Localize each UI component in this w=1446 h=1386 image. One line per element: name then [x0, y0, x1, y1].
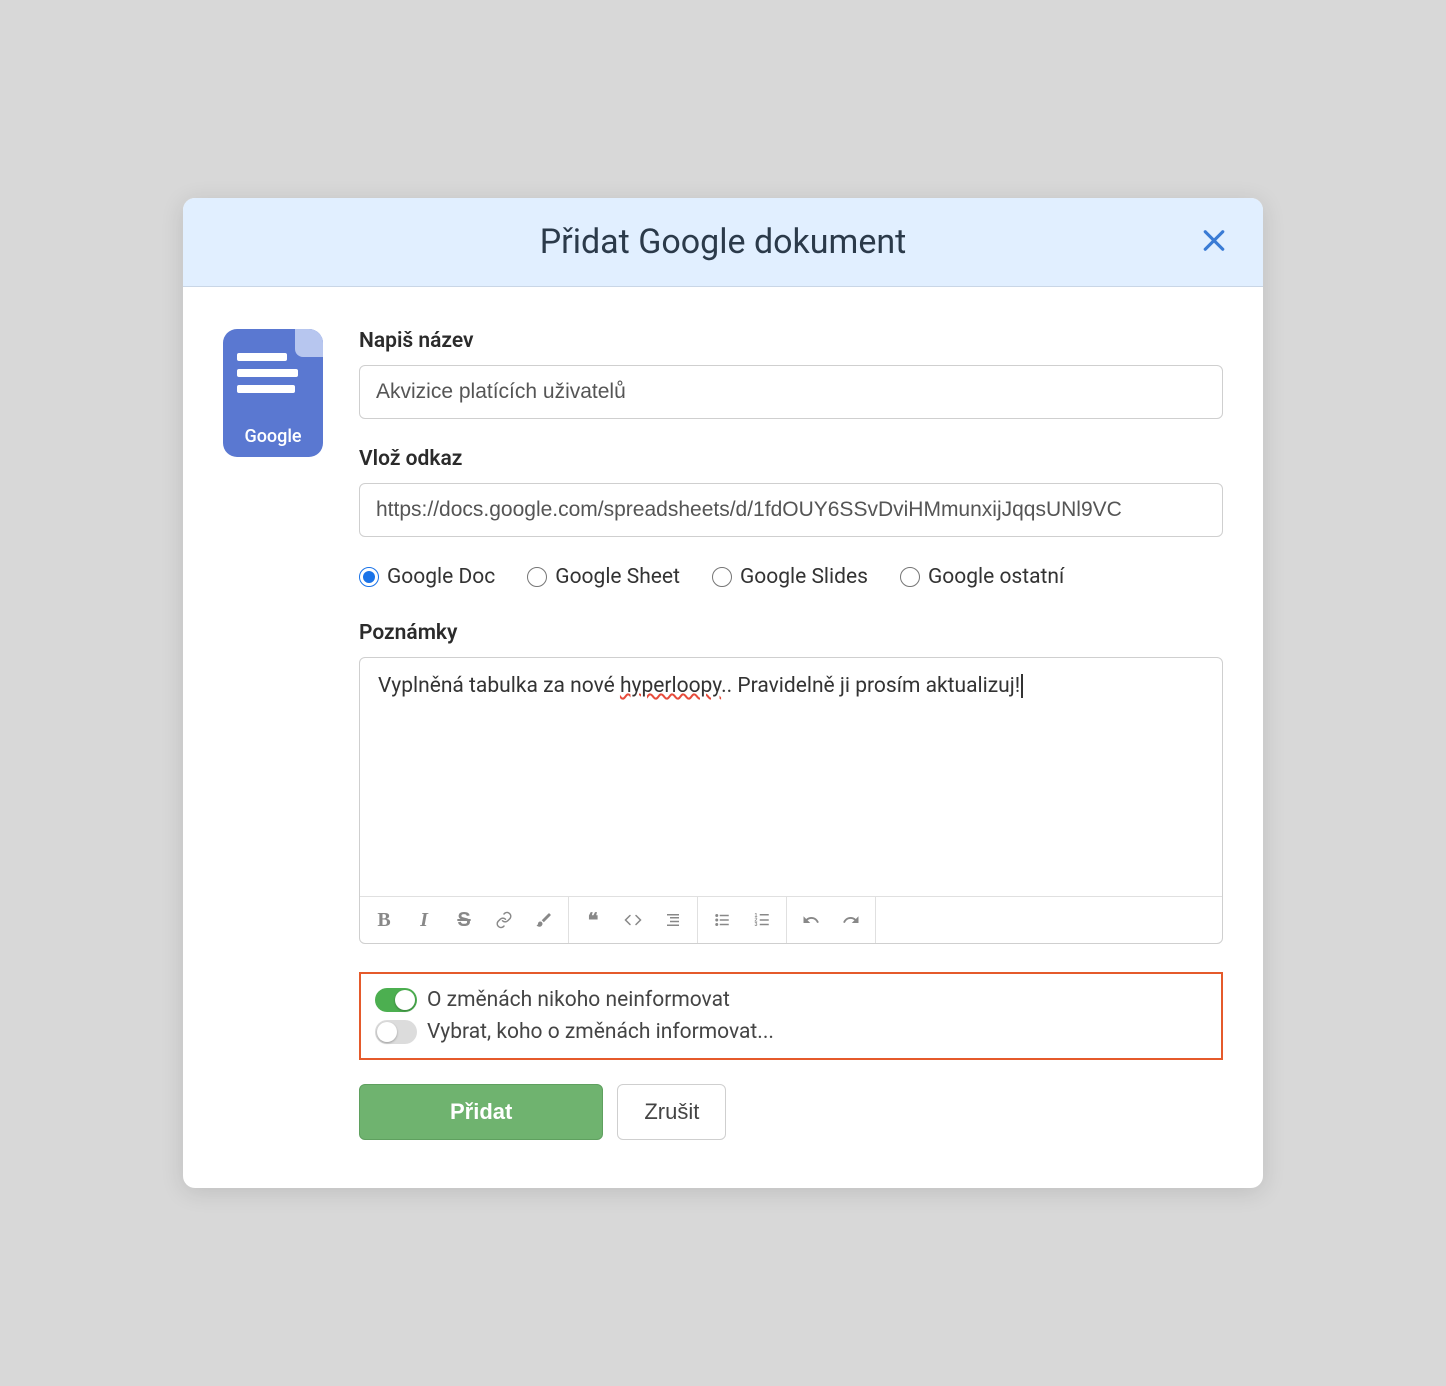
- select-inform-row: Vybrat, koho o změnách informovat...: [375, 1016, 1207, 1048]
- doc-type-radio-group: Google Doc Google Sheet Google Slides Go…: [359, 565, 1223, 589]
- bullet-list-icon: [713, 911, 731, 929]
- italic-button[interactable]: I: [404, 903, 444, 937]
- icon-column: Google: [223, 329, 323, 1140]
- indent-icon: [664, 911, 682, 929]
- notes-text-post: .. Pravidelně ji prosím aktualizuj!: [721, 674, 1020, 698]
- radio-google-slides[interactable]: Google Slides: [712, 565, 868, 589]
- add-google-document-modal: Přidat Google dokument Google Napiš náze…: [183, 198, 1263, 1188]
- brush-button[interactable]: [524, 903, 564, 937]
- radio-google-slides-label: Google Slides: [740, 565, 868, 589]
- button-row: Přidat Zrušit: [359, 1084, 1223, 1140]
- editor-toolbar: B I S ❝: [360, 896, 1222, 943]
- doc-icon-lines: [237, 353, 309, 393]
- radio-google-doc-input[interactable]: [359, 567, 379, 587]
- link-icon: [495, 911, 513, 929]
- radio-google-doc-label: Google Doc: [387, 565, 495, 589]
- modal-title: Přidat Google dokument: [540, 222, 907, 262]
- notes-text-pre: Vyplněná tabulka za nové: [378, 674, 620, 698]
- bold-icon: B: [377, 909, 390, 932]
- title-input[interactable]: [359, 365, 1223, 419]
- notes-group: Poznámky Vyplněná tabulka za nové hyperl…: [359, 621, 1223, 944]
- notes-textarea[interactable]: Vyplněná tabulka za nové hyperloopy.. Pr…: [360, 658, 1222, 896]
- notify-switches-box: O změnách nikoho neinformovat Vybrat, ko…: [359, 972, 1223, 1060]
- modal-header: Přidat Google dokument: [183, 198, 1263, 287]
- title-label: Napiš název: [359, 329, 1223, 353]
- svg-text:3: 3: [755, 922, 758, 928]
- submit-button[interactable]: Přidat: [359, 1084, 603, 1140]
- radio-google-other-label: Google ostatní: [928, 565, 1064, 589]
- radio-google-sheet-input[interactable]: [527, 567, 547, 587]
- title-group: Napiš název: [359, 329, 1223, 419]
- no-inform-switch[interactable]: [375, 988, 417, 1012]
- cancel-button[interactable]: Zrušit: [617, 1084, 726, 1140]
- quote-icon: ❝: [588, 908, 599, 933]
- number-list-icon: 123: [753, 911, 771, 929]
- italic-icon: I: [420, 909, 428, 932]
- link-button[interactable]: [484, 903, 524, 937]
- select-inform-switch[interactable]: [375, 1020, 417, 1044]
- radio-google-slides-input[interactable]: [712, 567, 732, 587]
- radio-google-other-input[interactable]: [900, 567, 920, 587]
- radio-google-sheet[interactable]: Google Sheet: [527, 565, 680, 589]
- close-button[interactable]: [1193, 220, 1235, 265]
- notes-text-err: hyperloopy: [620, 674, 721, 698]
- quote-button[interactable]: ❝: [573, 903, 613, 937]
- notes-label: Poznámky: [359, 621, 1223, 645]
- code-button[interactable]: [613, 903, 653, 937]
- bold-button[interactable]: B: [364, 903, 404, 937]
- doc-icon-label: Google: [237, 426, 309, 447]
- undo-button[interactable]: [791, 903, 831, 937]
- strike-button[interactable]: S: [444, 903, 484, 937]
- radio-google-doc[interactable]: Google Doc: [359, 565, 495, 589]
- radio-google-other[interactable]: Google ostatní: [900, 565, 1064, 589]
- undo-icon: [802, 911, 820, 929]
- brush-icon: [535, 911, 553, 929]
- text-cursor: [1021, 674, 1023, 698]
- link-label: Vlož odkaz: [359, 447, 1223, 471]
- strike-icon: S: [457, 909, 470, 932]
- link-group: Vlož odkaz: [359, 447, 1223, 537]
- bullet-list-button[interactable]: [702, 903, 742, 937]
- radio-google-sheet-label: Google Sheet: [555, 565, 680, 589]
- select-inform-label: Vybrat, koho o změnách informovat...: [427, 1020, 774, 1044]
- indent-button[interactable]: [653, 903, 693, 937]
- no-inform-row: O změnách nikoho neinformovat: [375, 984, 1207, 1016]
- no-inform-label: O změnách nikoho neinformovat: [427, 988, 730, 1012]
- form-column: Napiš název Vlož odkaz Google Doc Google…: [359, 329, 1223, 1140]
- number-list-button[interactable]: 123: [742, 903, 782, 937]
- close-icon: [1199, 226, 1229, 256]
- modal-body: Google Napiš název Vlož odkaz Google Doc: [183, 287, 1263, 1188]
- notes-editor: Vyplněná tabulka za nové hyperloopy.. Pr…: [359, 657, 1223, 944]
- redo-icon: [842, 911, 860, 929]
- code-icon: [624, 911, 642, 929]
- link-input[interactable]: [359, 483, 1223, 537]
- google-doc-icon: Google: [223, 329, 323, 457]
- redo-button[interactable]: [831, 903, 871, 937]
